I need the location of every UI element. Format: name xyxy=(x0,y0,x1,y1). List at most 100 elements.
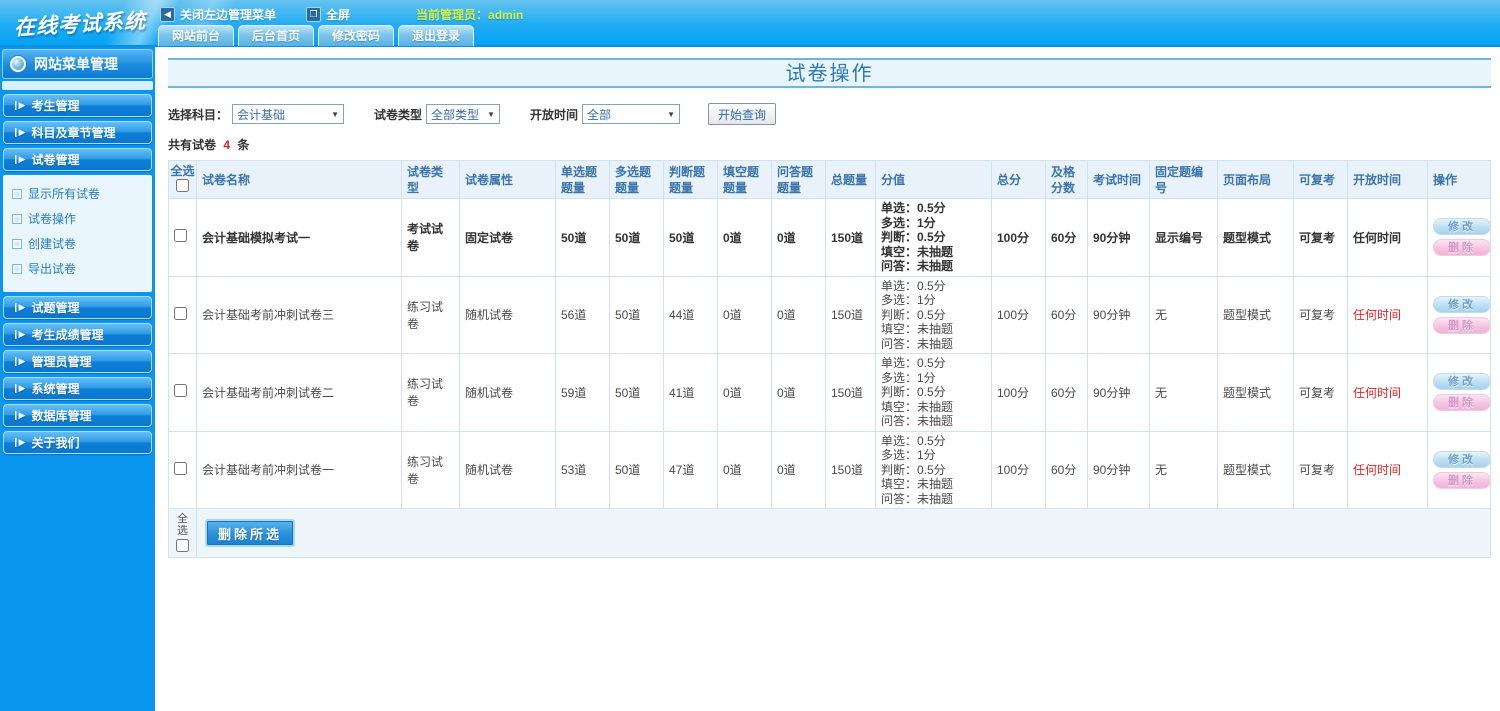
retake-cell: 可复考 xyxy=(1293,353,1348,432)
paper-type-select-value: 全部类型 xyxy=(431,107,480,122)
table-footer-row: 全选 删除所选 xyxy=(168,508,1491,558)
fixed-number-cell: 无 xyxy=(1149,275,1218,354)
row-checkbox[interactable] xyxy=(174,306,187,320)
multi-count-cell: 50道 xyxy=(609,353,664,432)
tab-site-front[interactable]: 网站前台 xyxy=(158,25,235,46)
app-logo: 在线考试系统 xyxy=(13,7,147,40)
play-icon: ❙▶ xyxy=(12,302,26,312)
col-blank-count: 填空题题量 xyxy=(717,160,772,199)
table-header: 全选 试卷名称 试卷类型 试卷属性 单选题题量 多选题题量 判断题题量 填空题题… xyxy=(168,160,1491,199)
qa-count-cell: 0道 xyxy=(771,198,826,277)
delete-button[interactable]: 删除 xyxy=(1433,471,1490,489)
fullscreen-button[interactable]: ❐ 全屏 xyxy=(306,6,350,23)
paper-name-cell: 会计基础考前冲刺试卷二 xyxy=(196,353,402,432)
submenu-export-paper[interactable]: 导出试卷 xyxy=(12,256,147,281)
subject-select-value: 会计基础 xyxy=(237,107,286,122)
row-checkbox[interactable] xyxy=(174,384,187,398)
tab-change-password[interactable]: 修改密码 xyxy=(318,25,395,46)
total-count-cell: 150道 xyxy=(825,430,876,509)
table-footer: 全选 删除所选 xyxy=(168,508,1491,558)
paper-attr-cell: 随机试卷 xyxy=(459,275,556,354)
score-values-cell: 单选：0.5分 多选：1分 判断：0.5分 填空：未抽题 问答：未抽题 xyxy=(875,198,992,277)
paper-name-cell: 会计基础模拟考试一 xyxy=(196,198,402,277)
row-checkbox[interactable] xyxy=(174,229,187,243)
edit-button[interactable]: 修改 xyxy=(1433,295,1490,313)
sidebar-item-database-mgmt[interactable]: ❙▶ 数据库管理 xyxy=(3,404,152,427)
operations-cell: 修改 删除 xyxy=(1427,275,1491,354)
exam-time-cell: 90分钟 xyxy=(1087,430,1150,509)
retake-cell: 可复考 xyxy=(1293,198,1348,277)
subject-select[interactable]: 会计基础 ▼ xyxy=(232,104,345,124)
score-line: 单选：0.5分 xyxy=(881,278,946,293)
sidebar-item-about-us[interactable]: ❙▶ 关于我们 xyxy=(3,431,152,454)
col-multi-count: 多选题题量 xyxy=(609,160,664,199)
multi-count-cell: 50道 xyxy=(609,275,664,354)
score-line: 填空：未抽题 xyxy=(881,477,954,491)
delete-button[interactable]: 删除 xyxy=(1433,394,1490,412)
type-filter-label: 试卷类型 xyxy=(374,107,423,122)
sidebar-item-admin-mgmt[interactable]: ❙▶ 管理员管理 xyxy=(3,350,152,373)
table-row: 会计基础模拟考试一 考试试卷 固定试卷 50道 50道 50道 0道 0道 15… xyxy=(168,198,1491,277)
paper-count-line: 共有试卷 4 条 xyxy=(168,136,1500,153)
blank-count-cell: 0道 xyxy=(717,430,772,509)
col-total-score: 总分 xyxy=(991,160,1046,199)
sidebar-item-question-mgmt[interactable]: ❙▶ 试题管理 xyxy=(3,296,152,319)
exam-time-cell: 90分钟 xyxy=(1087,198,1150,277)
top-bar: 在线考试系统 ◀ 关闭左边管理菜单 ❐ 全屏 当前管理员：admin 网站前台 … xyxy=(0,0,1500,47)
delete-button[interactable]: 删除 xyxy=(1433,316,1490,334)
square-icon xyxy=(12,263,22,274)
fullscreen-label: 全屏 xyxy=(326,8,351,22)
sidebar-item-subject-chapter-mgmt[interactable]: ❙▶ 科目及章节管理 xyxy=(3,121,152,144)
sidebar-item-system-mgmt[interactable]: ❙▶ 系统管理 xyxy=(3,377,152,400)
play-icon: ❙▶ xyxy=(12,100,26,110)
open-time-cell: 任何时间 xyxy=(1347,275,1428,354)
select-all-checkbox[interactable] xyxy=(176,179,189,192)
row-checkbox[interactable] xyxy=(174,461,187,475)
sidebar-item-score-mgmt[interactable]: ❙▶ 考生成绩管理 xyxy=(3,323,152,346)
blank-count-cell: 0道 xyxy=(717,353,772,432)
col-fixed-number: 固定题编号 xyxy=(1149,160,1218,199)
qa-count-cell: 0道 xyxy=(771,275,826,354)
delete-button[interactable]: 删除 xyxy=(1433,239,1490,257)
sidebar-title: 网站菜单管理 xyxy=(34,56,118,72)
paper-attr-cell: 固定试卷 xyxy=(459,198,556,277)
delete-selected-button[interactable]: 删除所选 xyxy=(207,521,294,545)
close-left-menu-button[interactable]: ◀ 关闭左边管理菜单 xyxy=(160,6,276,23)
footer-actions-cell: 删除所选 xyxy=(196,508,1491,558)
paper-attr-cell: 随机试卷 xyxy=(459,430,556,509)
col-pass-score: 及格分数 xyxy=(1045,160,1088,199)
submenu-create-paper[interactable]: 创建试卷 xyxy=(12,231,147,256)
judge-count-cell: 50道 xyxy=(663,198,718,277)
score-line: 多选：1分 xyxy=(881,215,936,230)
paper-type-select[interactable]: 全部类型 ▼ xyxy=(426,104,501,124)
select-all-header: 全选 xyxy=(168,160,197,199)
paper-name-cell: 会计基础考前冲刺试卷一 xyxy=(196,430,402,509)
sidebar-item-examinee-mgmt[interactable]: ❙▶ 考生管理 xyxy=(3,94,152,117)
col-operations: 操作 xyxy=(1427,160,1491,199)
search-button[interactable]: 开始查询 xyxy=(708,103,777,125)
play-icon: ❙▶ xyxy=(12,356,26,366)
chevron-down-icon: ▼ xyxy=(487,109,496,119)
tab-admin-home[interactable]: 后台首页 xyxy=(238,25,315,46)
sidebar-item-label: 管理员管理 xyxy=(31,355,92,369)
fixed-number-cell: 无 xyxy=(1149,430,1218,509)
submenu-show-all-papers[interactable]: 显示所有试卷 xyxy=(12,181,147,206)
edit-button[interactable]: 修改 xyxy=(1433,218,1490,236)
score-values-cell: 单选：0.5分 多选：1分 判断：0.5分 填空：未抽题 问答：未抽题 xyxy=(875,353,992,432)
tab-logout[interactable]: 退出登录 xyxy=(398,25,475,46)
fixed-number-cell: 无 xyxy=(1149,353,1218,432)
open-time-select[interactable]: 全部 ▼ xyxy=(582,104,681,124)
submenu-paper-operations[interactable]: 试卷操作 xyxy=(12,206,147,231)
close-left-menu-label: 关闭左边管理菜单 xyxy=(180,8,277,22)
sidebar-header: 网站菜单管理 xyxy=(2,49,153,79)
score-line: 问答：未抽题 xyxy=(881,336,954,351)
sidebar-item-label: 试卷管理 xyxy=(31,153,80,167)
edit-button[interactable]: 修改 xyxy=(1433,373,1490,391)
operations-cell: 修改 删除 xyxy=(1427,430,1491,509)
footer-select-all-label: 全选 xyxy=(177,513,188,537)
play-icon: ❙▶ xyxy=(12,127,26,137)
sidebar-item-paper-mgmt[interactable]: ❙▶ 试卷管理 xyxy=(3,148,152,171)
pass-score-cell: 60分 xyxy=(1045,275,1088,354)
edit-button[interactable]: 修改 xyxy=(1433,450,1490,468)
footer-select-all-checkbox[interactable] xyxy=(176,539,189,552)
